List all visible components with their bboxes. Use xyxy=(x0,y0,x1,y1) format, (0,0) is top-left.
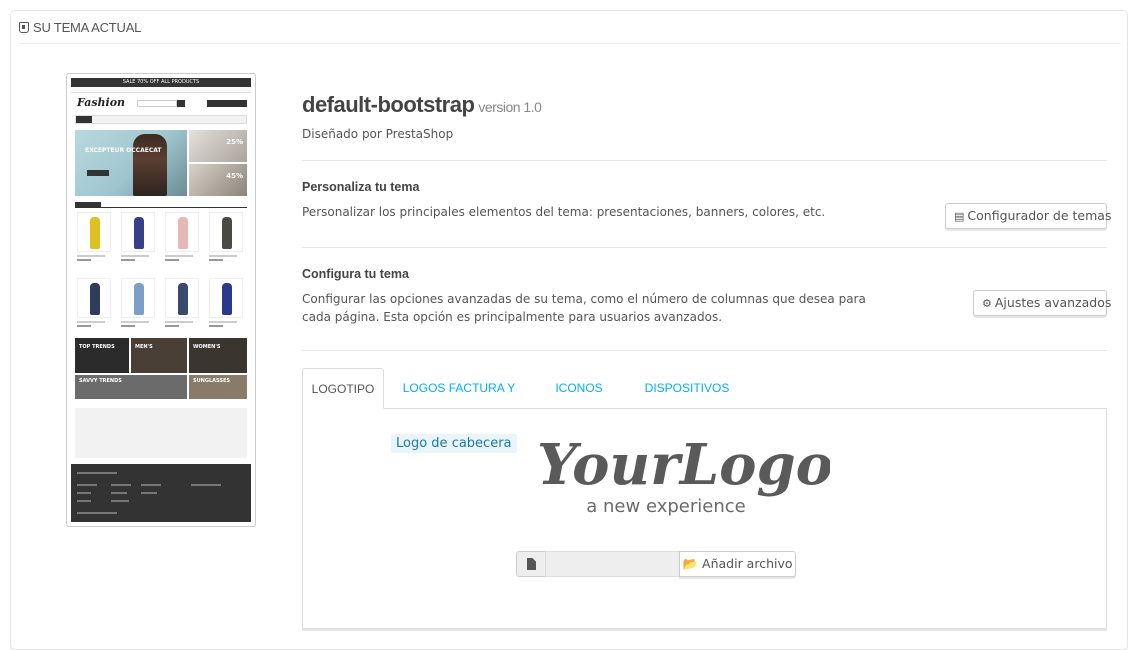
folder-open-icon: 📂 xyxy=(682,556,699,571)
svg-text:a new experience: a new experience xyxy=(586,496,745,517)
html5-icon xyxy=(19,22,29,33)
tab-invoice-email-logos[interactable]: LOGOS FACTURA Y EMAIL xyxy=(392,368,526,436)
your-logo-image: YourLogo a new experience xyxy=(540,432,830,517)
configure-title: Configura tu tema xyxy=(302,267,409,281)
panel-heading: SU TEMA ACTUAL xyxy=(19,11,1121,44)
add-file-button[interactable]: 📂 Añadir archivo xyxy=(679,551,796,577)
file-icon xyxy=(516,551,546,577)
tab-logotipo[interactable]: LOGOTIPO xyxy=(302,368,384,409)
customize-title: Personaliza tu tema xyxy=(302,180,420,194)
panel-heading-text: SU TEMA ACTUAL xyxy=(33,20,142,35)
logo-file-upload: 📂 Añadir archivo xyxy=(516,551,796,577)
tab-icons[interactable]: ICONOS xyxy=(547,368,611,409)
list-icon: ▤ xyxy=(954,210,965,223)
divider xyxy=(302,247,1107,248)
preview-hero: EXCEPTEUR OCCAECAT xyxy=(75,130,187,196)
header-logo-label: Logo de cabecera xyxy=(391,434,517,453)
theme-author: Diseñado por PrestaShop xyxy=(302,127,454,141)
theme-name: default-bootstrap version 1.0 xyxy=(302,92,542,117)
divider xyxy=(302,160,1107,161)
file-name-input[interactable] xyxy=(545,551,681,577)
theme-configurator-button[interactable]: ▤ Configurador de temas xyxy=(945,203,1111,229)
theme-version: version 1.0 xyxy=(478,99,542,115)
theme-preview-thumbnail: SALE 70% OFF ALL PRODUCTS Fashion EXCEPT… xyxy=(66,73,256,527)
advanced-settings-button[interactable]: ⚙ Ajustes avanzados xyxy=(973,290,1111,316)
configure-description-line2: cada página. Esta opción es principalmen… xyxy=(302,310,723,324)
preview-top-banner: SALE 70% OFF ALL PRODUCTS xyxy=(71,78,251,87)
configure-description-line1: Configurar las opciones avanzadas de su … xyxy=(302,292,866,306)
preview-logo: Fashion xyxy=(77,96,126,109)
cog-icon: ⚙ xyxy=(982,297,992,310)
logo-tabs: LOGOTIPO LOGOS FACTURA Y EMAIL ICONOS DI… xyxy=(302,368,1107,436)
svg-text:YourLogo: YourLogo xyxy=(540,432,830,498)
divider xyxy=(302,350,1107,351)
customize-description: Personalizar los principales elementos d… xyxy=(302,205,826,219)
tab-mobile-devices[interactable]: DISPOSITIVOS MÓVILES xyxy=(622,368,752,436)
